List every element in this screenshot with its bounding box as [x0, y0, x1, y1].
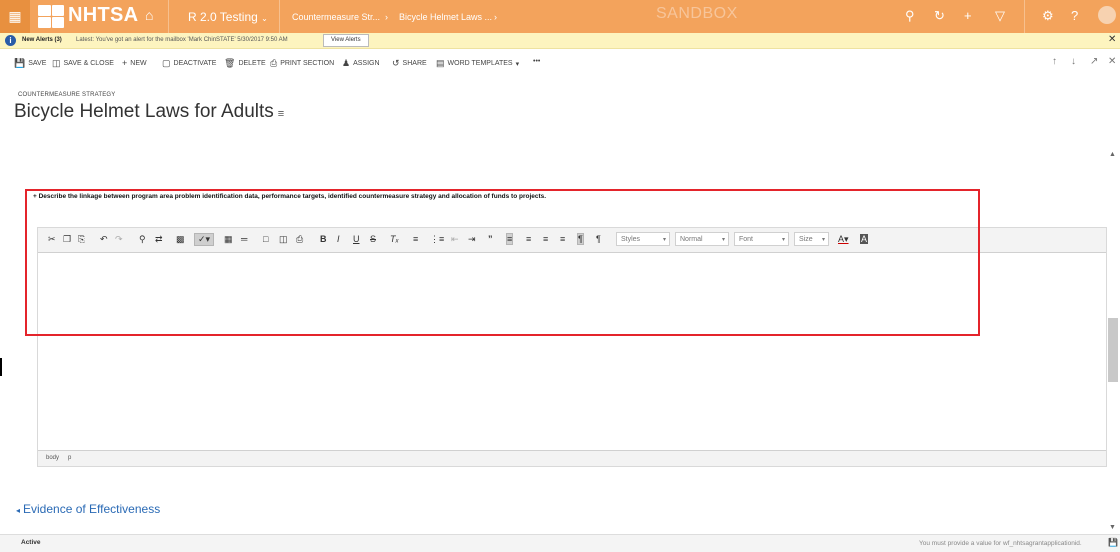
command-bar: 💾 SAVE ◫ SAVE & CLOSE + NEW ▢ DEACTIVATE 🗑 DE…	[0, 49, 1120, 75]
home-icon[interactable]: ⌂	[145, 7, 153, 23]
page-title: Bicycle Helmet Laws for Adults ≡	[14, 101, 284, 123]
gear-icon[interactable]: ⚙	[1042, 8, 1054, 24]
record-status: Active	[21, 539, 41, 546]
avatar[interactable]	[1098, 6, 1116, 24]
assign-icon: ♟	[342, 58, 351, 68]
share-icon: ↺	[392, 58, 400, 68]
assign-button[interactable]: ♟ ASSIGN	[342, 58, 380, 69]
nav-divider	[168, 0, 169, 33]
save-icon[interactable]: 💾	[1108, 538, 1118, 547]
nav-divider	[279, 0, 280, 33]
print-section-label: PRINT SECTION	[280, 60, 335, 67]
chevron-down-icon: ▾	[515, 60, 520, 68]
environment-label: SANDBOX	[656, 5, 738, 22]
save-button[interactable]: 💾 SAVE	[14, 58, 46, 69]
left-edge-marker	[0, 358, 2, 376]
expand-icon[interactable]: ↗	[1090, 56, 1098, 67]
status-path-p[interactable]: p	[68, 455, 71, 461]
section-evidence-of-effectiveness[interactable]: ◂ Evidence of Effectiveness	[16, 502, 160, 516]
share-button[interactable]: ↺ SHARE	[392, 58, 427, 69]
section-title: Evidence of Effectiveness	[23, 502, 161, 516]
breadcrumb-record[interactable]: Bicycle Helmet Laws ...	[399, 12, 492, 22]
breadcrumb-entity[interactable]: Countermeasure Str...	[292, 12, 380, 22]
assign-label: ASSIGN	[353, 60, 380, 67]
scrollbar-thumb[interactable]	[1108, 318, 1118, 382]
form-selector-icon[interactable]: ≡	[278, 108, 284, 120]
deactivate-label: DEACTIVATE	[173, 60, 217, 67]
more-commands-button[interactable]: •••	[533, 58, 540, 65]
alert-bar: i New Alerts (3) Latest: You've got an a…	[0, 33, 1120, 49]
logo-text: NHTSA	[68, 4, 139, 26]
deactivate-button[interactable]: ▢ DEACTIVATE	[162, 58, 216, 69]
trash-icon: 🗑	[224, 58, 236, 68]
word-templates-label: WORD TEMPLATES	[447, 60, 513, 67]
close-icon[interactable]: ✕	[1108, 34, 1116, 45]
new-label: NEW	[130, 59, 147, 67]
close-icon[interactable]: ✕	[1108, 56, 1116, 67]
plus-icon: +	[122, 58, 128, 68]
validation-message: You must provide a value for wf_nhtsagra…	[919, 540, 1082, 547]
plus-icon[interactable]: +	[964, 8, 972, 23]
collapse-icon: ◂	[16, 506, 21, 515]
highlight-box	[25, 189, 980, 336]
save-label: SAVE	[28, 60, 47, 67]
nhtsa-logo-icon	[38, 5, 64, 28]
record-title-text: Bicycle Helmet Laws for Adults	[14, 101, 274, 122]
save-icon: 💾	[14, 58, 26, 68]
save-close-label: SAVE & CLOSE	[63, 60, 114, 67]
status-footer: Active You must provide a value for wf_n…	[0, 534, 1120, 552]
arrow-up-icon[interactable]: ↑	[1052, 56, 1057, 67]
print-icon: ⎙	[270, 58, 278, 68]
help-icon[interactable]: ?	[1071, 8, 1078, 23]
nav-divider	[1024, 0, 1025, 33]
top-nav-bar: ▦ NHTSA ⌂ R 2.0 Testing ⌄ Countermeasure…	[0, 0, 1120, 33]
waffle-icon[interactable]: ▦	[0, 0, 30, 33]
chevron-right-icon[interactable]: ›	[494, 12, 497, 22]
new-button[interactable]: + NEW	[122, 58, 147, 68]
word-icon: ▤	[436, 58, 445, 68]
chevron-down-icon: ⌄	[261, 14, 268, 23]
save-close-button[interactable]: ◫ SAVE & CLOSE	[52, 58, 114, 69]
print-section-button[interactable]: ⎙ PRINT SECTION	[270, 58, 334, 69]
app-name: R 2.0 Testing	[188, 10, 258, 24]
share-label: SHARE	[402, 60, 427, 67]
scroll-up-icon[interactable]: ▲	[1109, 151, 1116, 158]
alert-title: New Alerts (3)	[22, 37, 62, 43]
info-icon: i	[5, 35, 16, 46]
filter-icon[interactable]: ▽	[995, 8, 1005, 24]
entity-type-label: COUNTERMEASURE STRATEGY	[18, 92, 116, 98]
view-alerts-button[interactable]: View Alerts	[323, 34, 369, 47]
deactivate-icon: ▢	[162, 58, 171, 68]
chevron-right-icon: ›	[385, 12, 388, 22]
scroll-down-icon[interactable]: ▼	[1109, 524, 1116, 531]
delete-label: DELETE	[238, 60, 266, 67]
save-close-icon: ◫	[52, 58, 61, 68]
arrow-down-icon[interactable]: ↓	[1071, 56, 1076, 67]
delete-button[interactable]: 🗑 DELETE	[224, 58, 266, 69]
alert-message: Latest: You've got an alert for the mail…	[76, 37, 288, 43]
app-switcher[interactable]: R 2.0 Testing ⌄	[188, 10, 268, 24]
status-path-body[interactable]: body	[46, 455, 59, 461]
word-templates-button[interactable]: ▤ WORD TEMPLATES ▾	[436, 58, 519, 69]
search-icon[interactable]: ⚲	[905, 8, 915, 24]
history-icon[interactable]: ↻	[934, 8, 945, 24]
editor-status-bar: body p	[38, 450, 1106, 466]
